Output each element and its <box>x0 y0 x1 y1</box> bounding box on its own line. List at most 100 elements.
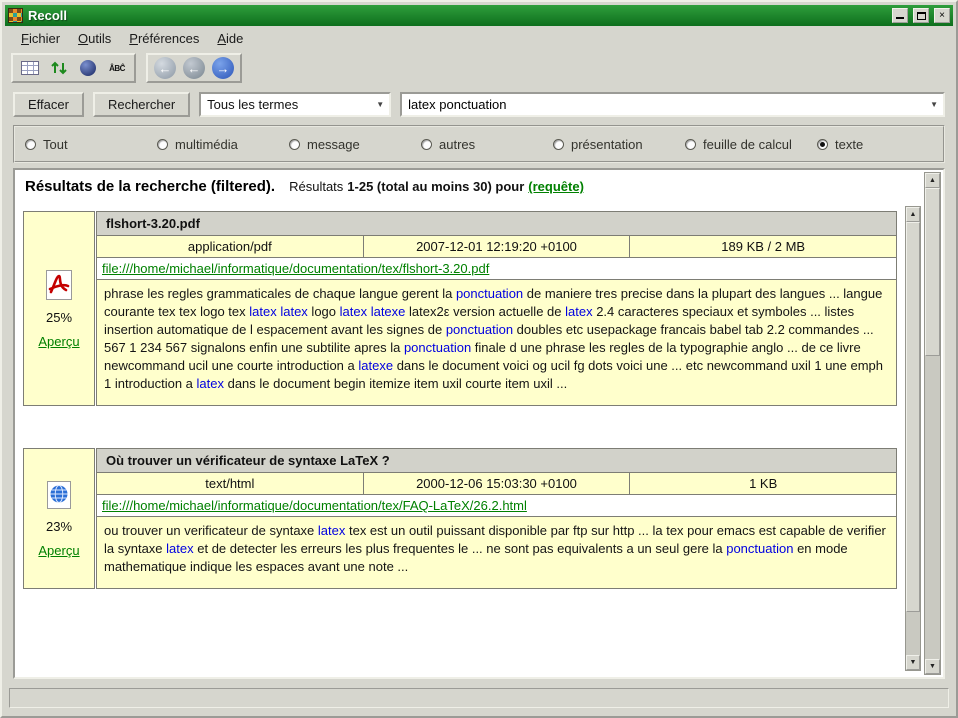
search-mode-combobox[interactable]: Tous les termes ▼ <box>199 92 391 117</box>
chevron-down-icon: ▼ <box>373 100 387 109</box>
results-scrollbar-track[interactable] <box>925 188 940 659</box>
titlebar[interactable]: Recoll × <box>5 5 953 26</box>
filter-label: présentation <box>571 137 643 152</box>
result-url-link[interactable]: file:///home/michael/informatique/docume… <box>102 498 527 513</box>
next-page-button[interactable]: → <box>211 56 235 80</box>
results-area: Résultats de la recherche (filtered).Rés… <box>13 168 945 679</box>
result-details: Où trouver un vérificateur de syntaxe La… <box>96 448 897 589</box>
toolbar-group-tools: ÂBĈ <box>11 53 136 83</box>
results-scrollbar-thumb[interactable] <box>925 188 940 356</box>
query-combobox: ▼ <box>400 92 945 117</box>
highlighted-term: ponctuation <box>726 541 793 556</box>
highlighted-term: latexe <box>358 358 393 373</box>
filter-label: multimédia <box>175 137 238 152</box>
highlighted-term: latex latexe <box>340 304 406 319</box>
highlighted-term: ponctuation <box>456 286 523 301</box>
previous-page-icon: ← <box>183 57 205 79</box>
radio-icon <box>157 139 168 150</box>
preview-link[interactable]: Aperçu <box>38 334 79 349</box>
scroll-down-icon[interactable]: ▼ <box>906 655 920 670</box>
close-icon: × <box>939 11 945 21</box>
scroll-up-icon[interactable]: ▲ <box>906 207 920 222</box>
result-meta-row: text/html 2000-12-06 15:03:30 +0100 1 KB <box>96 472 897 495</box>
menubar: Fichier Outils Préférences Aide <box>5 26 953 50</box>
highlighted-term: latex <box>565 304 592 319</box>
result-mime: text/html <box>96 472 364 495</box>
filter-row: Tout multimédia message autres présentation f… <box>13 125 945 163</box>
table-view-button[interactable] <box>18 56 42 80</box>
filter-radio-tout[interactable]: Tout <box>25 137 157 152</box>
filter-radio-message[interactable]: message <box>289 137 421 152</box>
query-input[interactable] <box>408 97 923 112</box>
term-explorer-button[interactable]: ÂBĈ <box>105 56 129 80</box>
result-url-link[interactable]: file:///home/michael/informatique/docume… <box>102 261 489 276</box>
previous-page-button[interactable]: ← <box>182 56 206 80</box>
result-meta-row: application/pdf 2007-12-01 12:19:20 +010… <box>96 235 897 258</box>
filter-radio-feuille-de-calcul[interactable]: feuille de calcul <box>685 137 817 152</box>
filter-label: Tout <box>43 137 68 152</box>
abstract-text: et de detecter les erreurs les plus freq… <box>194 541 727 556</box>
highlighted-term: latex latex <box>249 304 308 319</box>
scroll-up-icon[interactable]: ▲ <box>925 173 940 188</box>
history-icon <box>80 60 96 76</box>
result-title: flshort-3.20.pdf <box>96 211 897 236</box>
app-icon <box>8 8 23 23</box>
highlighted-term: ponctuation <box>446 322 513 337</box>
search-button[interactable]: Rechercher <box>93 92 190 117</box>
radio-icon <box>289 139 300 150</box>
radio-icon <box>817 139 828 150</box>
abstract-text: logo <box>308 304 340 319</box>
filter-label: autres <box>439 137 475 152</box>
list-scrollbar-track[interactable] <box>906 222 920 655</box>
highlighted-term: latex <box>197 376 224 391</box>
minimize-button[interactable] <box>892 8 908 23</box>
filter-label: feuille de calcul <box>703 137 792 152</box>
scroll-down-icon[interactable]: ▼ <box>925 659 940 674</box>
first-page-icon: ← <box>154 57 176 79</box>
close-button[interactable]: × <box>934 8 950 23</box>
menu-aide[interactable]: Aide <box>208 28 252 49</box>
menu-fichier[interactable]: Fichier <box>12 28 69 49</box>
result-side-panel: 23% Aperçu <box>23 448 95 589</box>
toolbar: ÂBĈ ← ← → <box>5 50 953 86</box>
filter-radio-texte[interactable]: texte <box>817 137 863 152</box>
result-entry: 25% Aperçu flshort-3.20.pdf application/… <box>23 211 897 406</box>
history-button[interactable] <box>76 56 100 80</box>
recoll-window: Recoll × Fichier Outils Préférences Aide… <box>0 0 958 718</box>
term-explorer-icon: ÂBĈ <box>109 64 125 73</box>
result-mime: application/pdf <box>96 235 364 258</box>
result-title: Où trouver un vérificateur de syntaxe La… <box>96 448 897 473</box>
list-scrollbar-thumb[interactable] <box>906 222 920 612</box>
filter-label: texte <box>835 137 863 152</box>
radio-icon <box>421 139 432 150</box>
menu-preferences[interactable]: Préférences <box>120 28 208 49</box>
chevron-down-icon[interactable]: ▼ <box>927 100 941 109</box>
maximize-button[interactable] <box>913 8 929 23</box>
maximize-icon <box>917 12 926 20</box>
sort-by-dates-button[interactable] <box>47 56 71 80</box>
result-url-row: file:///home/michael/informatique/docume… <box>96 494 897 517</box>
result-date: 2007-12-01 12:19:20 +0100 <box>363 235 631 258</box>
results-list: 25% Aperçu flshort-3.20.pdf application/… <box>23 211 897 589</box>
first-page-button[interactable]: ← <box>153 56 177 80</box>
result-side-panel: 25% Aperçu <box>23 211 95 406</box>
abstract-text: phrase les regles grammaticales de chaqu… <box>104 286 456 301</box>
results-scrollbar[interactable]: ▲ ▼ <box>924 172 941 675</box>
result-entry: 23% Aperçu Où trouver un vérificateur de… <box>23 448 897 589</box>
query-details-link[interactable]: (requête) <box>528 179 584 194</box>
filter-radio-multimédia[interactable]: multimédia <box>157 137 289 152</box>
window-title: Recoll <box>28 8 887 23</box>
filter-radio-présentation[interactable]: présentation <box>553 137 685 152</box>
menu-outils[interactable]: Outils <box>69 28 120 49</box>
html-icon <box>45 480 73 510</box>
filter-radio-autres[interactable]: autres <box>421 137 553 152</box>
result-abstract: phrase les regles grammaticales de chaqu… <box>96 279 897 406</box>
status-bar <box>5 683 953 713</box>
sort-by-dates-icon <box>50 59 68 77</box>
preview-link[interactable]: Aperçu <box>38 543 79 558</box>
list-scrollbar[interactable]: ▲ ▼ <box>905 206 921 671</box>
highlighted-term: ponctuation <box>404 340 471 355</box>
clear-button[interactable]: Effacer <box>13 92 84 117</box>
results-summary-range: 1-25 (total au moins 30) pour <box>347 179 524 194</box>
status-message-field <box>9 688 949 708</box>
